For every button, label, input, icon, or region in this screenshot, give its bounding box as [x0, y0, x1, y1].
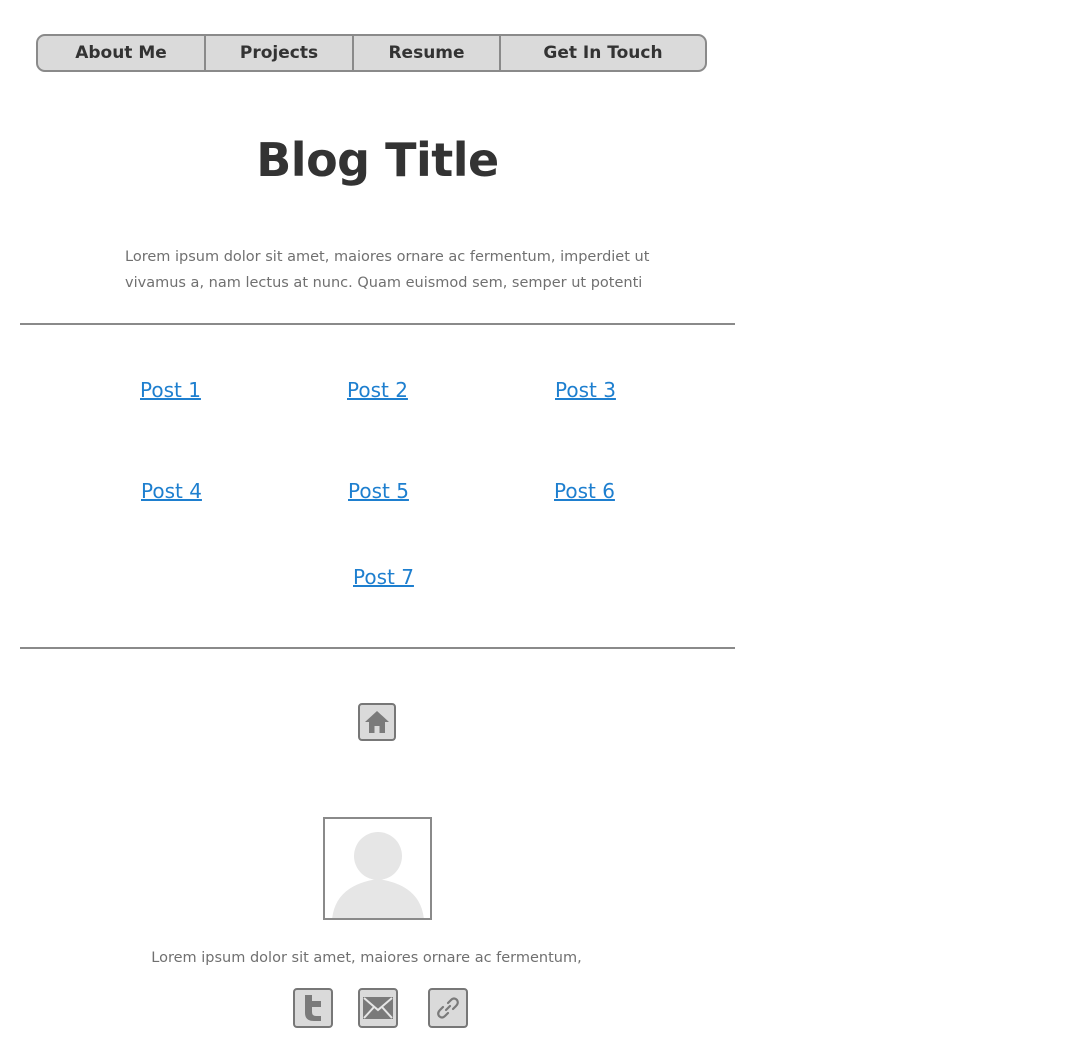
footer-text: Lorem ipsum dolor sit amet, maiores orna…: [151, 950, 582, 966]
twitter-icon: [298, 993, 328, 1023]
mail-button[interactable]: [358, 988, 398, 1028]
home-icon: [363, 709, 391, 735]
top-navigation: About Me Projects Resume Get In Touch: [36, 34, 707, 72]
home-button[interactable]: [358, 703, 396, 741]
top-divider: [20, 323, 735, 325]
nav-projects[interactable]: Projects: [206, 36, 354, 70]
link-icon: [435, 995, 461, 1021]
twitter-button[interactable]: [293, 988, 333, 1028]
intro-text: Lorem ipsum dolor sit amet, maiores orna…: [125, 249, 650, 291]
post-link-5[interactable]: Post 5: [348, 479, 409, 503]
post-link-6[interactable]: Post 6: [554, 479, 615, 503]
nav-about-me[interactable]: About Me: [38, 36, 206, 70]
post-link-2[interactable]: Post 2: [347, 378, 408, 402]
nav-get-in-touch[interactable]: Get In Touch: [501, 36, 705, 70]
page-title: Blog Title: [256, 133, 499, 187]
nav-resume[interactable]: Resume: [354, 36, 501, 70]
post-link-7[interactable]: Post 7: [353, 565, 414, 589]
bottom-divider: [20, 647, 735, 649]
mail-icon: [362, 995, 394, 1021]
link-button[interactable]: [428, 988, 468, 1028]
post-link-3[interactable]: Post 3: [555, 378, 616, 402]
avatar: [323, 817, 432, 920]
post-link-4[interactable]: Post 4: [141, 479, 202, 503]
post-link-1[interactable]: Post 1: [140, 378, 201, 402]
